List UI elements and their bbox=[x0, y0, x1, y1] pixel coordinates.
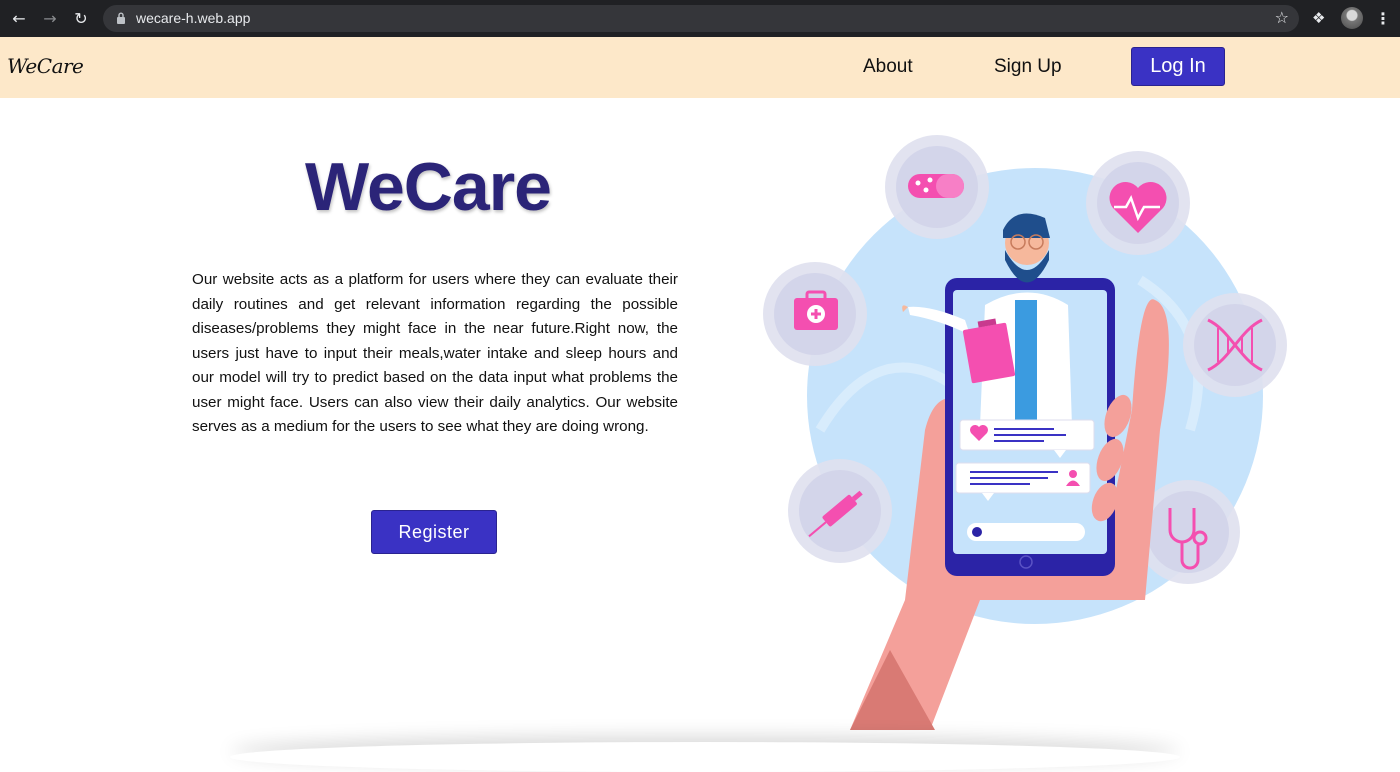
register-button[interactable]: Register bbox=[371, 510, 497, 554]
nav-signup-link[interactable]: Sign Up bbox=[994, 56, 1062, 78]
pill-icon bbox=[885, 135, 989, 239]
url-text[interactable]: wecare-h.web.app bbox=[136, 10, 250, 26]
browser-toolbar: ← → ↻ wecare-h.web.app ☆ ❖ ⋮ bbox=[0, 0, 1400, 37]
hero-title: WeCare bbox=[305, 149, 552, 225]
bookmark-star-icon[interactable]: ☆ bbox=[1275, 8, 1289, 28]
section-divider-shadow bbox=[230, 742, 1180, 772]
arrow-left-icon[interactable]: ← bbox=[9, 9, 29, 29]
nav-about-link[interactable]: About bbox=[863, 56, 913, 78]
heart-pulse-icon bbox=[1086, 151, 1190, 255]
doctor-phone-illustration bbox=[763, 135, 1287, 730]
hero-description: Our website acts as a platform for users… bbox=[192, 271, 678, 435]
brand-logo[interactable]: WeCare bbox=[7, 54, 84, 78]
dna-icon bbox=[1183, 293, 1287, 397]
lock-icon bbox=[117, 12, 125, 24]
profile-avatar[interactable] bbox=[1341, 7, 1363, 29]
kebab-menu-icon[interactable]: ⋮ bbox=[1375, 9, 1391, 28]
extensions-puzzle-icon[interactable]: ❖ bbox=[1312, 9, 1325, 27]
reload-icon[interactable]: ↻ bbox=[71, 9, 91, 29]
first-aid-kit-icon bbox=[763, 262, 867, 366]
input-bar bbox=[967, 523, 1085, 541]
login-button[interactable]: Log In bbox=[1131, 47, 1225, 86]
arrow-right-icon[interactable]: → bbox=[40, 9, 60, 29]
syringe-icon bbox=[788, 459, 892, 563]
site-header: WeCare About Sign Up Log In bbox=[0, 37, 1400, 98]
address-bar[interactable]: wecare-h.web.app ☆ bbox=[103, 5, 1299, 32]
